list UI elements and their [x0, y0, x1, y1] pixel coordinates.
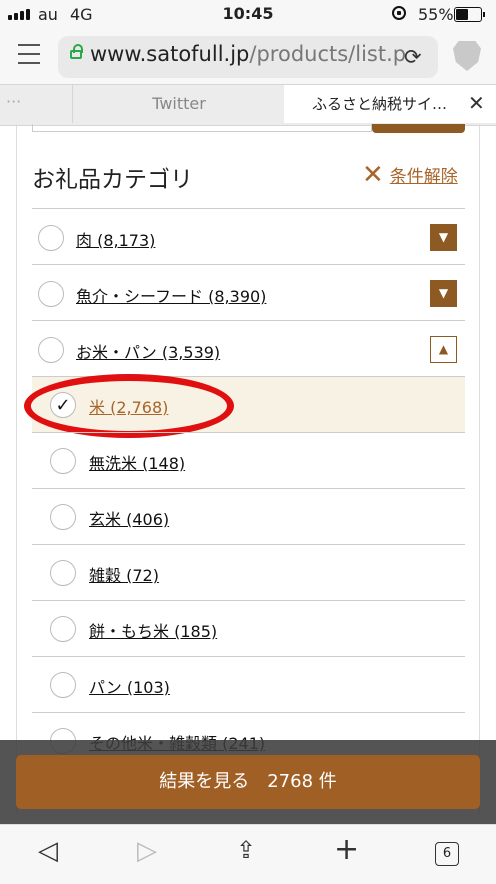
url-text[interactable]: www.satofull.jp/products/list.p... — [90, 42, 405, 66]
show-results-button[interactable]: 結果を見る 2768 件 — [16, 755, 480, 809]
collapse-toggle-icon[interactable]: ▲ — [430, 336, 457, 363]
subcategory-row[interactable]: 無洗米 (148) — [32, 432, 465, 488]
share-icon[interactable]: ⇪ — [236, 836, 256, 864]
category-row[interactable]: お米・パン (3,539) ▲ — [32, 320, 465, 376]
radio-button[interactable] — [50, 504, 76, 530]
close-icon: ✕ — [362, 159, 384, 190]
subcategory-row[interactable]: パン (103) — [32, 656, 465, 712]
radio-button[interactable] — [38, 225, 64, 251]
subcategory-link[interactable]: 玄米 (406) — [89, 506, 169, 530]
expand-toggle-icon[interactable]: ▼ — [430, 280, 457, 307]
tab-overflow[interactable]: ··· — [0, 85, 78, 123]
radio-button[interactable] — [50, 616, 76, 642]
radio-button[interactable] — [38, 337, 64, 363]
category-row[interactable]: 肉 (8,173) ▼ — [32, 208, 465, 264]
forward-icon[interactable]: ▷ — [137, 836, 157, 866]
tab-furusato[interactable]: ふるさと納税サイ… — [284, 85, 496, 123]
url-host: www.satofull.jp — [90, 42, 250, 66]
new-tab-icon[interactable]: + — [334, 832, 359, 867]
subcategory-link[interactable]: パン (103) — [89, 674, 170, 698]
category-title: お礼品カテゴリ — [32, 167, 193, 193]
clear-filters-button[interactable]: ✕ 条件解除 — [362, 159, 458, 190]
expand-toggle-icon[interactable]: ▼ — [430, 224, 457, 251]
lock-icon — [70, 44, 83, 59]
clear-filters-label: 条件解除 — [389, 167, 458, 187]
subcategory-row[interactable]: 玄米 (406) — [32, 488, 465, 544]
back-icon[interactable]: ◁ — [38, 836, 58, 866]
close-tab-icon[interactable]: ✕ — [468, 91, 485, 115]
battery-icon — [454, 7, 482, 22]
orientation-lock-icon — [392, 6, 406, 20]
tab-count-button[interactable]: 6 — [435, 842, 459, 866]
subcategory-link[interactable]: 餅・もち米 (185) — [89, 618, 217, 642]
radio-button[interactable] — [50, 560, 76, 586]
subcategory-link[interactable]: 雑穀 (72) — [89, 562, 159, 586]
radio-button[interactable] — [50, 448, 76, 474]
subcategory-row[interactable]: 餅・もち米 (185) — [32, 600, 465, 656]
battery-percent: 55% — [418, 5, 454, 24]
menu-icon[interactable] — [18, 44, 40, 71]
category-link[interactable]: 魚介・シーフード (8,390) — [76, 283, 266, 307]
radio-button[interactable] — [50, 672, 76, 698]
subcategory-link[interactable]: 無洗米 (148) — [89, 450, 185, 474]
tab-twitter[interactable]: Twitter — [72, 85, 285, 123]
search-button-edge[interactable] — [372, 124, 465, 133]
radio-button[interactable] — [38, 281, 64, 307]
category-row[interactable]: 魚介・シーフード (8,390) ▼ — [32, 264, 465, 320]
category-link[interactable]: 肉 (8,173) — [76, 227, 155, 251]
reload-icon[interactable]: ⟳ — [404, 45, 422, 69]
battery-tip — [483, 12, 485, 17]
category-link[interactable]: お米・パン (3,539) — [76, 339, 220, 363]
url-path: /products/list.p... — [249, 42, 405, 66]
red-highlight-circle — [24, 374, 234, 438]
subcategory-row[interactable]: 雑穀 (72) — [32, 544, 465, 600]
search-field-edge — [32, 124, 372, 132]
